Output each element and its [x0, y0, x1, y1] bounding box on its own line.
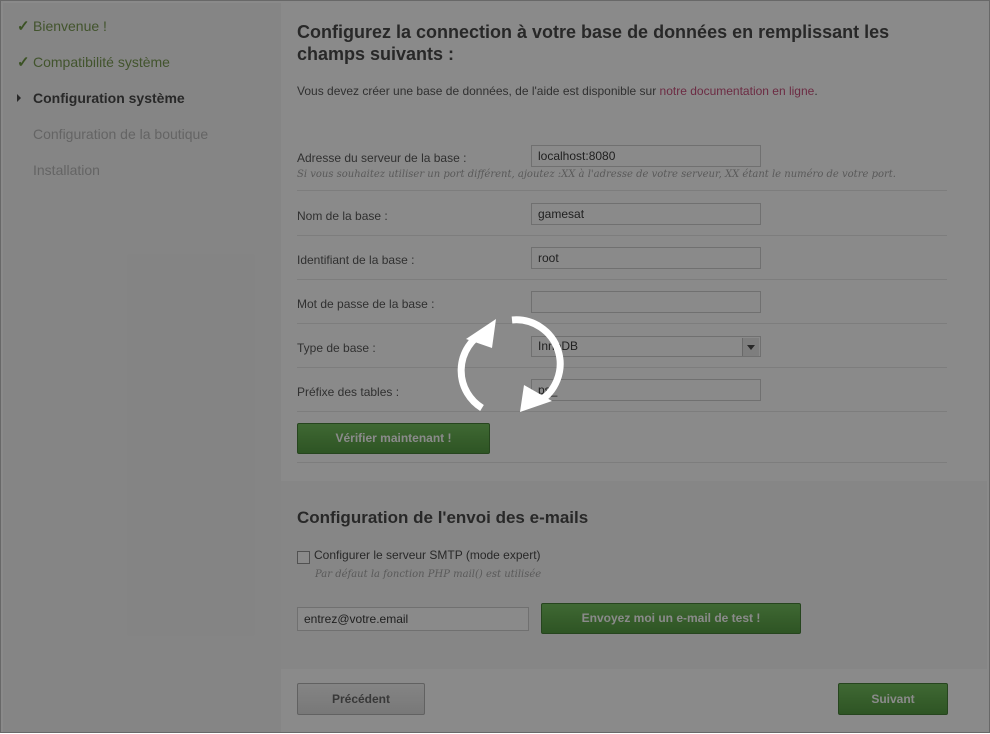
checkmark-icon: ✓: [17, 54, 30, 71]
row-db-engine: Type de base : InnoDB: [297, 324, 947, 368]
step-configuration-boutique: Configuration de la boutique: [33, 126, 208, 142]
documentation-link[interactable]: notre documentation en ligne: [660, 84, 815, 98]
mail-section-title: Configuration de l'envoi des e-mails: [297, 508, 589, 527]
row-db-name: Nom de la base : gamesat: [297, 191, 947, 236]
db-engine-label: Type de base :: [297, 341, 376, 355]
row-db-prefix: Préfixe des tables : ps_: [297, 368, 947, 412]
next-button[interactable]: Suivant: [838, 683, 948, 715]
previous-button[interactable]: Précédent: [297, 683, 425, 715]
step-label: Installation: [33, 162, 100, 178]
spinner-arrowhead-bottom: [520, 385, 552, 412]
db-intro: Vous devez créer une base de données, de…: [297, 84, 818, 98]
server-hint: Si vous souhaitez utiliser un port diffé…: [297, 169, 896, 180]
step-label: Configuration système: [33, 90, 185, 106]
refresh-icon: [457, 316, 564, 412]
db-login-label: Identifiant de la base :: [297, 253, 415, 267]
mail-section: Configuration de l'envoi des e-mails Con…: [281, 481, 987, 669]
main-content: Configurez la connection à votre base de…: [281, 1, 987, 734]
server-label: Adresse du serveur de la base :: [297, 151, 467, 165]
step-compatibilite: ✓ Compatibilité système: [17, 54, 170, 71]
row-check: Vérifier maintenant !: [297, 412, 947, 463]
db-name-input[interactable]: gamesat: [531, 203, 761, 225]
step-bienvenue: ✓ Bienvenue !: [17, 18, 107, 35]
row-db-password: Mot de passe de la base :: [297, 280, 947, 324]
smtp-checkbox[interactable]: [297, 551, 310, 564]
check-connection-button[interactable]: Vérifier maintenant !: [297, 423, 490, 454]
step-label: Configuration de la boutique: [33, 126, 209, 142]
smtp-label[interactable]: Configurer le serveur SMTP (mode expert): [314, 548, 541, 562]
db-prefix-label: Préfixe des tables :: [297, 385, 400, 399]
current-step-arrow-icon: [17, 94, 21, 102]
row-server: Adresse du serveur de la base : localhos…: [297, 144, 947, 191]
send-test-email-button[interactable]: Envoyez moi un e-mail de test !: [541, 603, 801, 634]
db-login-input[interactable]: root: [531, 247, 761, 269]
intro-end: .: [814, 84, 818, 98]
smtp-hint: Par défaut la fonction PHP mail() est ut…: [315, 569, 542, 580]
spinner-arc-right: [511, 316, 564, 406]
intro-text: Vous devez créer une base de données, de…: [297, 84, 657, 98]
step-installation: Installation: [33, 162, 100, 178]
step-label: Compatibilité système: [33, 54, 170, 70]
row-db-login: Identifiant de la base : root: [297, 236, 947, 280]
db-section-title: Configurez la connection à votre base de…: [297, 22, 890, 64]
db-name-label: Nom de la base :: [297, 209, 388, 223]
test-email-input[interactable]: entrez@votre.email: [297, 607, 529, 631]
server-input[interactable]: localhost:8080: [531, 145, 761, 167]
db-password-label: Mot de passe de la base :: [297, 297, 435, 311]
checkmark-icon: ✓: [17, 18, 30, 35]
step-label: Bienvenue !: [33, 18, 107, 34]
sidebar: ✓ Bienvenue ! ✓ Compatibilité système Co…: [3, 3, 281, 732]
chevron-down-icon[interactable]: [742, 338, 759, 356]
step-configuration-systeme: Configuration système: [17, 90, 185, 106]
